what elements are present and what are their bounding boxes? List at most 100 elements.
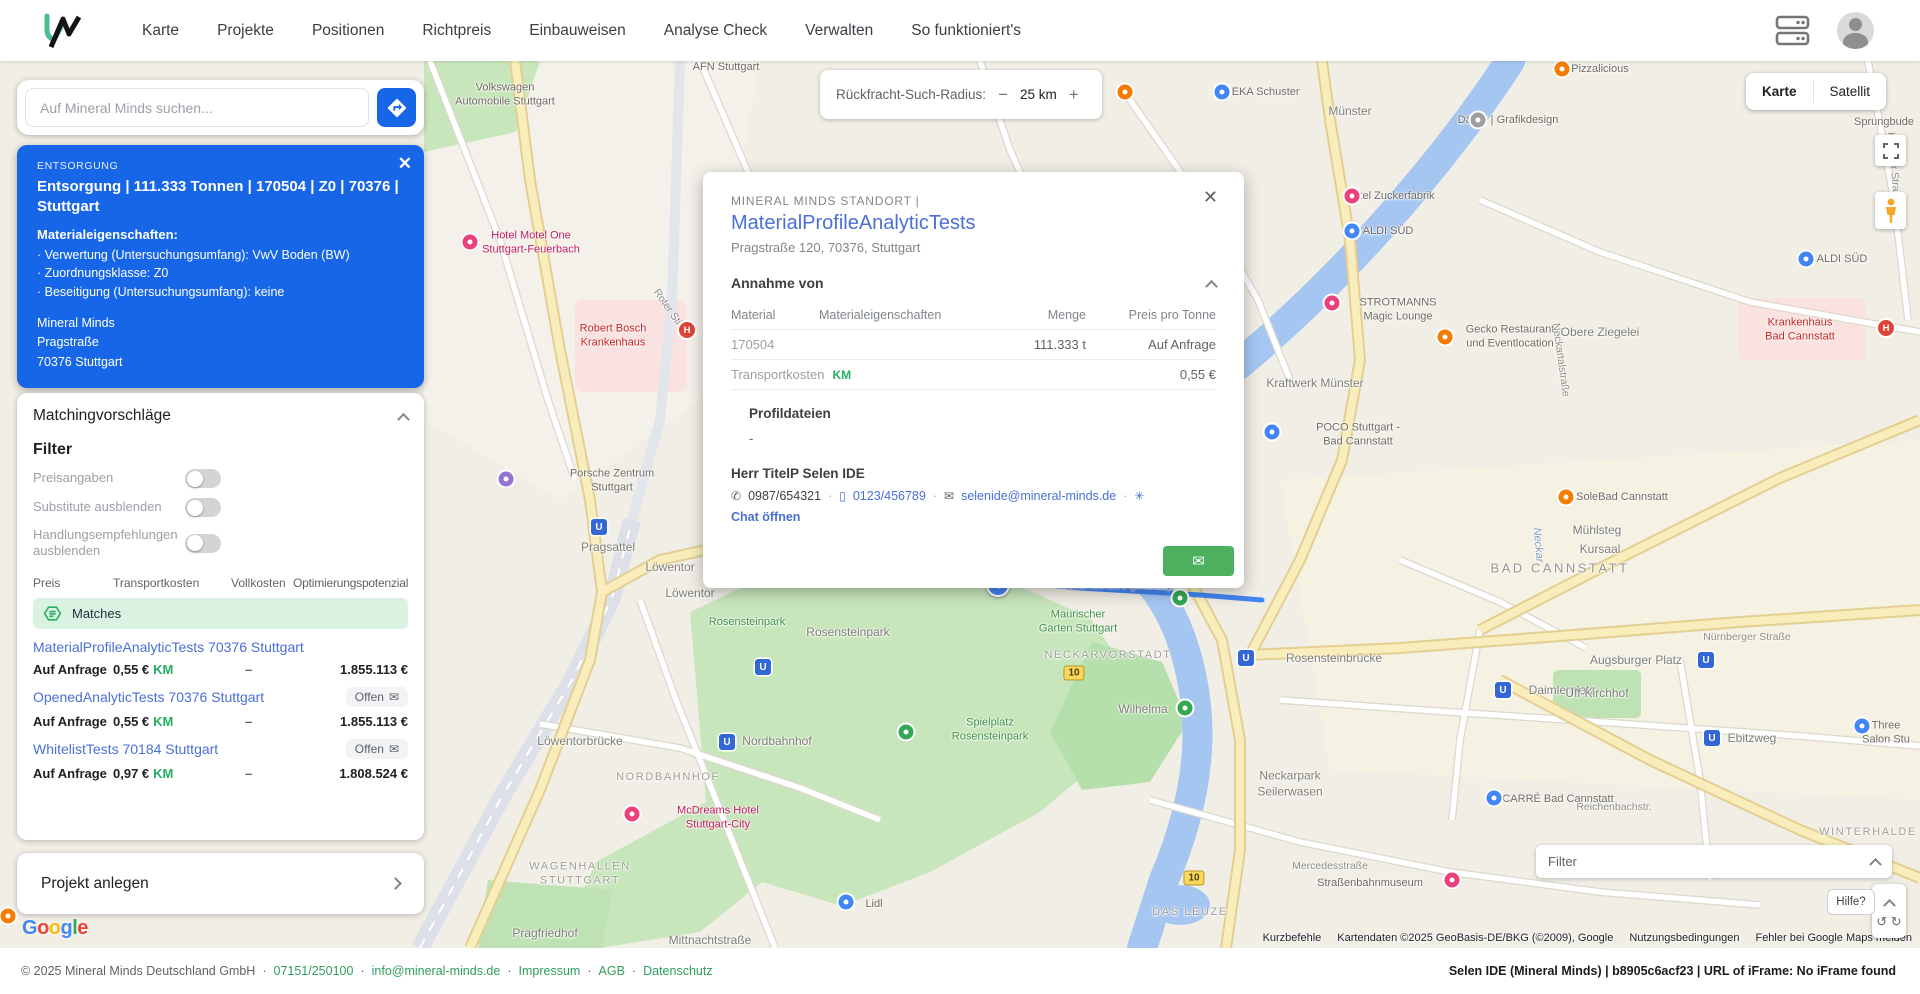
match-link[interactable]: OpenedAnalyticTests 70376 Stuttgart [33,689,264,705]
toggle-substitute-ausblenden[interactable] [185,498,221,517]
contact-phone[interactable]: 0987/654321 [748,489,821,503]
poi-marker[interactable] [1177,700,1193,716]
footer-link-07151-250100[interactable]: 07151/250100 [274,964,354,978]
nav-item-karte[interactable]: Karte [142,22,179,40]
popup-title[interactable]: MaterialProfileAnalyticTests [731,212,1216,235]
poi-marker[interactable] [1854,718,1870,734]
map-rotate-control[interactable]: ↺ ↻ [1872,884,1906,938]
transit-station-marker[interactable]: U [719,734,735,750]
match-name-row: WhitelistTests 70184 Stuttgart Offen ✉ [33,738,408,759]
poi-marker[interactable] [1172,590,1188,606]
map-type-satellite-button[interactable]: Satellit [1814,73,1887,110]
poi-marker[interactable] [1214,84,1230,100]
footer-link-info-mineral-minds-de[interactable]: info@mineral-minds.de [372,964,501,978]
poi-marker[interactable] [0,908,16,924]
poi-marker[interactable] [1558,489,1574,505]
mineral-minds-logo[interactable] [40,10,84,52]
hospital-marker[interactable]: H [679,322,695,338]
radius-decrease-button[interactable]: − [998,85,1008,105]
map-filter-box[interactable]: Filter [1536,845,1892,878]
attribution-kurzbefehle[interactable]: Kurzbefehle [1263,932,1322,944]
nav-item-projekte[interactable]: Projekte [217,22,274,40]
match-transport: 0,55 € KM [113,662,231,677]
transit-station-marker[interactable]: U [1495,682,1511,698]
poi-marker[interactable] [1798,251,1814,267]
footer-link-agb[interactable]: AGB [599,964,625,978]
match-item: WhitelistTests 70184 Stuttgart Offen ✉ Auf… [33,738,408,781]
poi-marker[interactable] [1444,872,1460,888]
transit-station-marker[interactable]: U [1704,730,1720,746]
poi-marker[interactable] [1344,188,1360,204]
google-logo[interactable]: Google [22,917,88,940]
toggle-preisangaben[interactable] [185,469,221,488]
nav-item-positionen[interactable]: Positionen [312,22,384,40]
popup-close-icon[interactable]: ✕ [1203,188,1218,206]
search-input[interactable] [25,88,369,127]
poi-marker[interactable] [1470,112,1486,128]
column-header-preis: Preis [33,575,61,590]
transit-station-marker[interactable]: U [591,519,607,535]
material-row: 170504 111.333 t Auf Anfrage [731,330,1216,360]
footer-link-datenschutz[interactable]: Datenschutz [643,964,712,978]
contact-email[interactable]: selenide@mineral-minds.de [961,489,1116,503]
contact-mobile[interactable]: 0123/456789 [853,489,926,503]
radius-increase-button[interactable]: + [1069,85,1079,105]
open-chat-link[interactable]: Chat öffnen [731,510,800,524]
create-project-button[interactable]: Projekt anlegen [17,853,424,914]
directions-icon [387,98,406,117]
help-button[interactable]: Hilfe? [1827,889,1875,915]
pegman-button[interactable] [1875,192,1906,229]
hospital-marker[interactable]: H [1878,320,1894,336]
poi-marker[interactable] [898,724,914,740]
server-stack-icon[interactable] [1775,15,1811,46]
poi-marker[interactable] [462,234,478,250]
section-collapse-chevron-icon[interactable] [1205,279,1218,293]
envelope-icon: ✉ [1192,553,1205,570]
nav-item-analyse-check[interactable]: Analyse Check [664,22,767,40]
nav-item-richtpreis[interactable]: Richtpreis [422,22,491,40]
match-status-badge[interactable]: Offen ✉ [345,686,408,707]
directions-button[interactable] [377,88,416,127]
attribution-nutzungsbedi[interactable]: Nutzungsbedingungen [1629,932,1739,944]
filter-collapse-chevron-icon[interactable] [1869,857,1882,871]
location-popup: ✕ MINERAL MINDS STANDORT | MaterialProfi… [703,172,1244,588]
rotate-icons[interactable]: ↺ ↻ [1876,915,1901,928]
fullscreen-button[interactable] [1875,135,1906,166]
toggle-label: Substitute ausblenden [33,499,162,515]
match-price: Auf Anfrage [33,765,107,781]
send-email-button[interactable]: ✉ [1163,546,1234,576]
acceptance-section-title: Annahme von [731,275,824,291]
poi-marker[interactable] [1437,329,1453,345]
poi-marker[interactable] [1486,790,1502,806]
match-name-row: MaterialProfileAnalyticTests 70376 Stutt… [33,639,408,655]
poi-marker[interactable] [1344,223,1360,239]
transit-station-marker[interactable]: U [1698,652,1714,668]
transit-station-marker[interactable]: U [755,659,771,675]
poi-marker[interactable] [624,806,640,822]
nav-item-so-funktioniert-s[interactable]: So funktioniert's [911,22,1021,40]
poi-marker[interactable] [1117,84,1133,100]
poi-marker[interactable] [1554,61,1570,77]
match-link[interactable]: MaterialProfileAnalyticTests 70376 Stutt… [33,639,304,655]
poi-marker[interactable] [838,894,854,910]
chevron-right-icon [389,877,402,890]
collapse-chevron-icon[interactable] [397,412,410,426]
tilt-up-icon[interactable] [1882,898,1896,912]
material-amount: 111.333 t [1033,337,1086,352]
map-type-map-button[interactable]: Karte [1746,73,1813,110]
match-link[interactable]: WhitelistTests 70184 Stuttgart [33,741,218,757]
transit-station-marker[interactable]: U [1238,650,1254,666]
poi-marker[interactable] [1264,424,1280,440]
nav-item-einbauweisen[interactable]: Einbauweisen [529,22,626,40]
poi-marker[interactable] [498,471,514,487]
nav-item-verwalten[interactable]: Verwalten [805,22,873,40]
footer-link-impressum[interactable]: Impressum [519,964,581,978]
toggle-handlungsempfehlungen-ausblenden[interactable] [185,533,221,553]
user-avatar[interactable] [1837,12,1874,49]
poi-marker[interactable] [1324,295,1340,311]
attribution-kartendaten: Kartendaten ©2025 GeoBasis-DE/BKG (©2009… [1337,932,1614,944]
map-canvas[interactable]: UUUUUUUHH▲1010 AFN StuttgartEDEKA Schust… [0,61,1920,948]
match-status-badge[interactable]: Offen ✉ [345,738,408,759]
matches-section-bar: Matches [33,597,408,629]
separator: · [932,489,938,503]
